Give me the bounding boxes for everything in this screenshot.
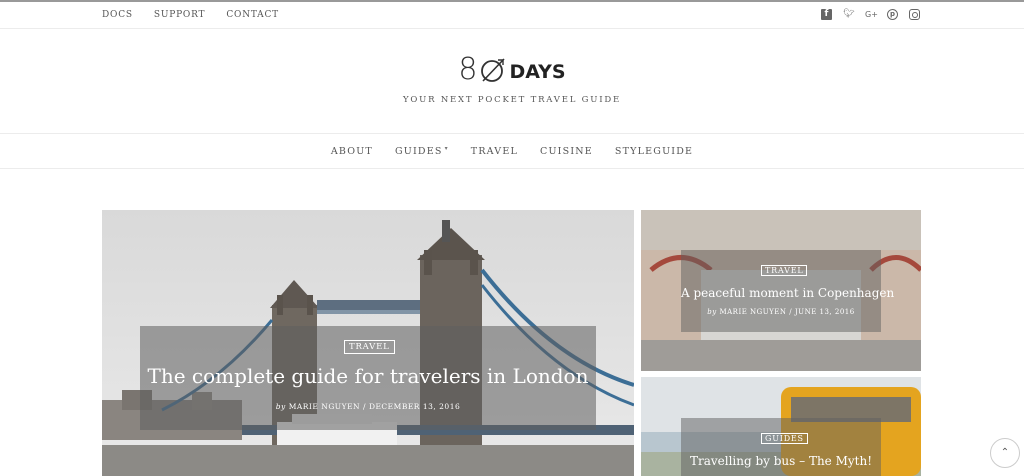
logo-number: 8 [458,52,478,87]
author-name[interactable]: MARIE NGUYEN [719,308,786,316]
main-navigation: ABOUT GUIDES ▾ TRAVEL CUISINE STYLEGUIDE [0,133,1024,169]
by-label: by [275,402,286,411]
category-tag[interactable]: GUIDES [761,433,808,444]
instagram-icon[interactable] [909,9,920,20]
by-label: by [707,308,717,316]
support-link[interactable]: SUPPORT [154,10,205,20]
site-tagline: YOUR NEXT POCKET TRAVEL GUIDE [402,95,622,105]
side-post[interactable]: TRAVEL A peaceful moment in Copenhagen b… [641,210,921,371]
nav-styleguide[interactable]: STYLEGUIDE [615,146,693,157]
meta-separator: / [789,308,793,316]
meta-separator: / [363,402,367,411]
side-post[interactable]: GUIDES Travelling by bus – The Myth! [641,377,921,476]
site-logo[interactable]: 8 DAYS [458,52,565,88]
docs-link[interactable]: DOCS [102,10,133,20]
author-name[interactable]: MARIE NGUYEN [289,402,360,411]
social-icons: f 🐦︎ G+ p [821,9,920,20]
nav-travel[interactable]: TRAVEL [471,146,518,157]
plane-circle-icon [481,58,506,82]
post-date: DECEMBER 13, 2016 [368,402,461,411]
logo-word: DAYS [509,61,566,83]
chevron-down-icon: ▾ [444,144,449,152]
nav-about[interactable]: ABOUT [331,146,373,157]
post-meta: by MARIE NGUYEN / DECEMBER 13, 2016 [140,402,596,411]
pinterest-icon[interactable]: p [887,9,898,20]
post-date: JUNE 13, 2016 [794,308,855,316]
site-branding: 8 DAYS YOUR NEXT POCKET TRAVEL GUIDE [0,52,1024,105]
category-tag[interactable]: TRAVEL [761,265,808,276]
category-tag[interactable]: TRAVEL [344,340,395,354]
contact-link[interactable]: CONTACT [226,10,279,20]
featured-title[interactable]: The complete guide for travelers in Lond… [140,364,596,388]
nav-cuisine[interactable]: CUISINE [540,146,593,157]
google-plus-icon[interactable]: G+ [865,9,878,20]
post-meta: by MARIE NGUYEN / JUNE 13, 2016 [681,308,881,316]
post-overlay: GUIDES Travelling by bus – The Myth! [681,418,881,476]
nav-guides-label: GUIDES [394,145,443,157]
top-bar: DOCS SUPPORT CONTACT f 🐦︎ G+ p [0,0,1024,29]
featured-overlay: TRAVEL The complete guide for travelers … [140,326,596,430]
back-to-top-button[interactable]: ⌃ [990,438,1020,468]
nav-guides[interactable]: GUIDES ▾ [394,144,449,157]
facebook-icon[interactable]: f [821,9,832,20]
post-title[interactable]: Travelling by bus – The Myth! [681,454,881,468]
featured-post[interactable]: TRAVEL The complete guide for travelers … [102,210,634,476]
top-links: DOCS SUPPORT CONTACT [102,10,279,20]
twitter-icon[interactable]: 🐦︎ [843,9,854,20]
post-overlay: TRAVEL A peaceful moment in Copenhagen b… [681,250,894,332]
post-title[interactable]: A peaceful moment in Copenhagen [681,286,894,300]
